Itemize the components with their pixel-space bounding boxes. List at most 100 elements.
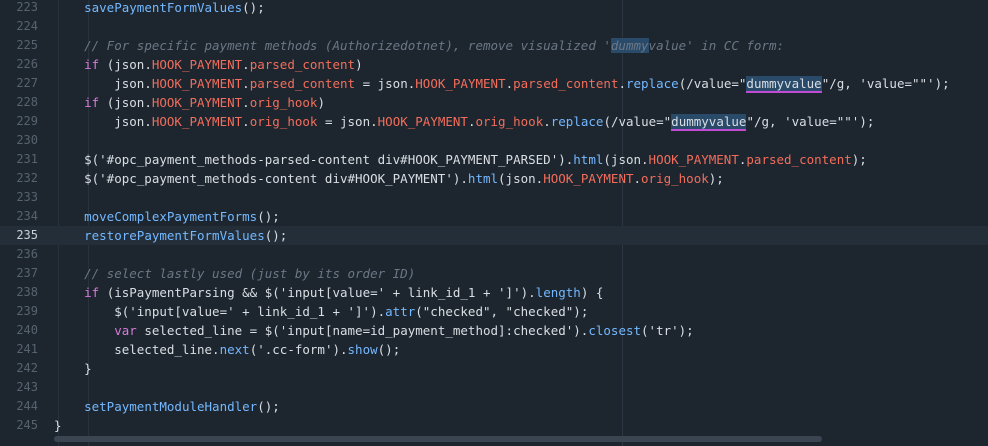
code-token: if	[84, 285, 100, 300]
code-token: )	[355, 57, 363, 72]
code-line[interactable]: 235 restorePaymentFormValues();	[0, 226, 988, 245]
line-text: setPaymentModuleHandler();	[54, 397, 280, 416]
code-token: $('input[value=' + link_id_1 + ']').	[54, 304, 386, 319]
code-token: json.	[54, 76, 152, 91]
code-token: ('.cc-form').	[249, 342, 348, 357]
code-editor[interactable]: 223 savePaymentFormValues(); 224 225 // Fo…	[0, 0, 988, 446]
code-token: savePaymentFormValues	[84, 0, 243, 15]
code-token: replace	[626, 76, 679, 91]
code-line[interactable]: 224	[0, 17, 988, 36]
code-token: (json.	[99, 95, 152, 110]
line-number: 234	[16, 209, 38, 223]
code-line[interactable]: 238 if (isPaymentParsing && $('input[val…	[0, 283, 988, 302]
line-text: $('#opc_payment_methods-content div#HOOK…	[54, 169, 724, 188]
code-token: html	[573, 152, 604, 167]
line-text: savePaymentFormValues();	[54, 0, 265, 17]
code-token: HOOK_PAYMENT	[151, 95, 243, 110]
code-line[interactable]: 223 savePaymentFormValues();	[0, 0, 988, 17]
code-token: .	[618, 76, 626, 91]
code-token: var	[114, 323, 137, 338]
code-line[interactable]: 227 json. HOOK_PAYMENT. parsed_content = j…	[0, 74, 988, 93]
line-number: 231	[16, 152, 38, 166]
line-text: json.HOOK_PAYMENT.orig_hook = json.HOOK_…	[54, 112, 874, 131]
line-number: 229	[16, 114, 38, 128]
code-token: value' in CC form:	[648, 38, 785, 53]
code-line[interactable]: 225 // For specific payment methods (Aut…	[0, 36, 988, 55]
line-text: $('#opc_payment_methods-parsed-content d…	[54, 150, 867, 169]
line-number: 230	[16, 133, 38, 147]
code-area[interactable]: 223 savePaymentFormValues(); 224 225 // Fo…	[0, 0, 988, 446]
code-token: );	[708, 171, 724, 186]
code-token: ) {	[580, 285, 604, 300]
line-text: if (json.HOOK_PAYMENT.orig_hook)	[54, 93, 325, 112]
code-line[interactable]: 233	[0, 188, 988, 207]
line-number: 237	[16, 266, 38, 280]
code-line[interactable]: 228 if (json.HOOK_PAYMENT.orig_hook)	[0, 93, 988, 112]
code-token: next	[219, 342, 250, 357]
code-line[interactable]: 245}	[0, 416, 988, 435]
code-line[interactable]: 244 setPaymentModuleHandler();	[0, 397, 988, 416]
code-line[interactable]: 232 $('#opc_payment_methods-content div#…	[0, 169, 988, 188]
code-token: HOOK_PAYMENT	[151, 114, 243, 129]
code-token: $('#opc_payment_methods-parsed-content d…	[54, 152, 574, 167]
code-token: .	[242, 114, 250, 129]
code-token: parsed_content	[746, 152, 852, 167]
horizontal-scrollbar-thumb[interactable]	[54, 436, 822, 442]
code-token: ('tr');	[641, 323, 694, 338]
code-token: ();	[264, 228, 288, 243]
code-line[interactable]: 236	[0, 245, 988, 264]
code-line[interactable]: 237 // select lastly used (just by its o…	[0, 264, 988, 283]
code-line[interactable]: 240 var selected_line = $('input[name=id…	[0, 321, 988, 340]
line-number: 228	[16, 95, 38, 109]
code-token: HOOK_PAYMENT	[543, 171, 634, 186]
line-number: 239	[16, 304, 38, 318]
code-token: dummyvalue	[671, 114, 747, 131]
line-number: 227	[16, 76, 38, 90]
code-token: "/g, 'value=""');	[821, 76, 950, 91]
code-token: (/value="	[678, 76, 747, 91]
code-token: parsed_content	[249, 57, 356, 72]
line-number: 244	[16, 399, 38, 413]
code-token: HOOK_PAYMENT	[415, 76, 506, 91]
code-line[interactable]: 230	[0, 131, 988, 150]
code-token: (json.	[498, 171, 544, 186]
code-token: (json.	[603, 152, 649, 167]
line-number: 241	[16, 342, 38, 356]
line-number: 223	[16, 0, 38, 14]
code-token: .	[242, 95, 250, 110]
line-number: 240	[16, 323, 38, 337]
code-token: attr	[385, 304, 416, 319]
line-text: if (json.HOOK_PAYMENT.parsed_content)	[54, 55, 363, 74]
code-token: $('#opc_payment_methods-content div#HOOK…	[54, 171, 468, 186]
line-text: restorePaymentFormValues();	[54, 226, 287, 245]
code-token: .	[633, 171, 642, 186]
code-token: = json.	[355, 76, 416, 91]
code-line[interactable]: 231 $('#opc_payment_methods-parsed-conte…	[0, 150, 988, 169]
code-token: length	[535, 285, 581, 300]
code-token: orig_hook	[249, 114, 318, 129]
horizontal-scrollbar[interactable]	[54, 436, 988, 443]
code-token: parsed_content	[249, 76, 356, 91]
code-token: ();	[257, 209, 280, 224]
code-token: HOOK_PAYMENT	[648, 152, 739, 167]
code-token: dummy	[610, 38, 649, 53]
code-line[interactable]: 239 $('input[value=' + link_id_1 + ']').…	[0, 302, 988, 321]
line-text: moveComplexPaymentForms();	[54, 207, 280, 226]
code-token: replace	[550, 114, 604, 129]
code-line[interactable]: 234 moveComplexPaymentForms();	[0, 207, 988, 226]
code-line[interactable]: 229 json.HOOK_PAYMENT.orig_hook = json.H…	[0, 112, 988, 131]
code-token: orig_hook	[641, 171, 709, 186]
code-line[interactable]: 241 selected_line.next('.cc-form').show(…	[0, 340, 988, 359]
code-line[interactable]: 226 if (json.HOOK_PAYMENT.parsed_content…	[0, 55, 988, 74]
code-token: HOOK_PAYMENT	[377, 114, 468, 129]
code-token: "/g, 'value=""');	[746, 114, 875, 129]
code-line[interactable]: 243	[0, 378, 988, 397]
code-line[interactable]: 242 }	[0, 359, 988, 378]
line-text: // select lastly used (just by its order…	[54, 264, 415, 283]
line-number: 232	[16, 171, 38, 185]
code-token: ();	[242, 0, 265, 15]
